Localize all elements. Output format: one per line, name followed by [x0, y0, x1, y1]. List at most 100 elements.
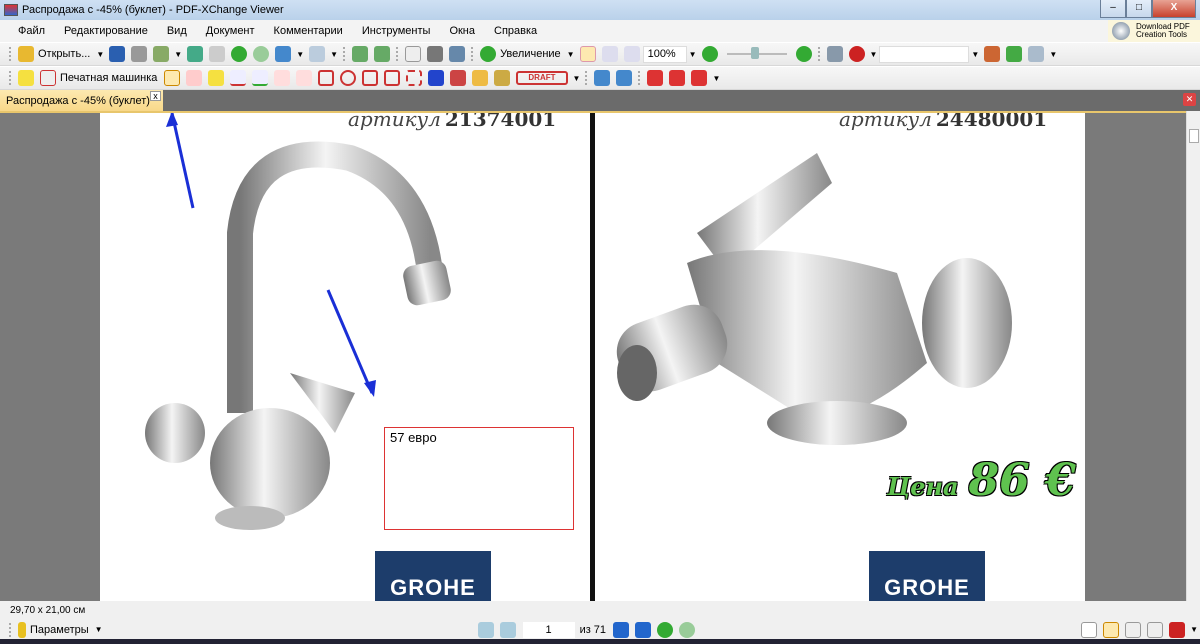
dropdown-arrow-icon[interactable]: ▼ [689, 50, 697, 59]
dropdown-arrow-icon[interactable]: ▼ [971, 50, 979, 59]
binoculars-icon[interactable] [826, 46, 843, 62]
download-pdf-tools-button[interactable]: Download PDF Creation Tools [1108, 20, 1200, 42]
toolbar-grip[interactable] [817, 47, 821, 61]
vertical-scrollbar[interactable] [1186, 111, 1200, 601]
document-tab[interactable]: Распродажа с -45% (буклет) x [0, 90, 163, 111]
arrow-tool-icon[interactable] [274, 70, 291, 86]
zoom-in-icon[interactable] [795, 46, 812, 62]
scan-icon[interactable] [187, 46, 204, 62]
toolbar-grip[interactable] [9, 622, 12, 637]
cloud-tool-icon[interactable] [406, 70, 423, 86]
actual-size-icon[interactable] [579, 46, 596, 62]
menu-help[interactable]: Справка [494, 25, 537, 37]
pdf-icon[interactable] [1169, 621, 1186, 638]
zoom-out-icon[interactable] [701, 46, 718, 62]
filter-icon[interactable] [1028, 46, 1045, 62]
forward-icon[interactable] [253, 46, 270, 62]
zoom-magnifier-icon[interactable] [480, 46, 497, 62]
dropdown-arrow-icon[interactable]: ▼ [567, 50, 575, 59]
undo-icon[interactable] [275, 46, 292, 62]
pencil-icon[interactable] [450, 70, 467, 86]
show-comments-icon[interactable] [594, 70, 611, 86]
typewriter-icon[interactable] [40, 70, 56, 86]
maximize-button[interactable]: □ [1126, 0, 1152, 18]
parameters-button[interactable]: Параметры [30, 624, 89, 636]
document-viewport[interactable]: артикул 21374001 57 евро GROHE артикул 244… [0, 111, 1186, 601]
highlight-text-icon[interactable] [208, 70, 225, 86]
redo-icon[interactable] [309, 46, 326, 62]
dropdown-arrow-icon[interactable]: ▼ [330, 50, 338, 59]
forward-view-icon[interactable] [679, 621, 696, 638]
dropdown-arrow-icon[interactable]: ▼ [870, 50, 878, 59]
select-text-icon[interactable] [449, 46, 466, 62]
toolbar-grip[interactable] [9, 71, 12, 85]
previous-page-icon[interactable] [499, 621, 516, 638]
minimize-button[interactable]: – [1100, 0, 1126, 18]
menu-view[interactable]: Вид [167, 25, 187, 37]
stamp-draft-button[interactable]: DRAFT [516, 71, 568, 85]
rotate-right-icon[interactable] [374, 46, 391, 62]
back-view-icon[interactable] [657, 621, 674, 638]
export-icon[interactable] [153, 46, 170, 62]
first-page-icon[interactable] [477, 621, 494, 638]
rectangle-tool-icon[interactable] [318, 70, 335, 86]
dropdown-arrow-icon[interactable]: ▼ [573, 74, 581, 83]
pdf-online-icon[interactable] [848, 46, 865, 62]
zoom-tool-button[interactable]: Увеличение [500, 48, 561, 60]
tab-close-button[interactable]: x [150, 91, 161, 101]
strikeout-icon[interactable] [230, 70, 247, 86]
eraser-icon[interactable] [472, 70, 489, 86]
ocr-icon[interactable] [209, 46, 226, 62]
rotate-left-icon[interactable] [352, 46, 369, 62]
typewriter-button[interactable]: Печатная машинка [60, 72, 157, 84]
search-input[interactable] [879, 45, 970, 63]
save-icon[interactable] [109, 46, 126, 62]
last-page-icon[interactable] [635, 621, 652, 638]
polygon-line-icon[interactable] [362, 70, 379, 86]
back-icon[interactable] [231, 46, 248, 62]
next-page-icon[interactable] [613, 621, 630, 638]
dropdown-arrow-icon[interactable]: ▼ [296, 50, 304, 59]
snapshot-icon[interactable] [427, 46, 444, 62]
pentagon-tool-icon[interactable] [384, 70, 401, 86]
dropdown-arrow-icon[interactable]: ▼ [174, 50, 182, 59]
dropdown-arrow-icon[interactable]: ▼ [1049, 50, 1057, 59]
print-icon[interactable] [131, 46, 148, 62]
distance-tool-icon[interactable] [647, 70, 664, 86]
typewriter-annotation[interactable]: 57 евро [384, 427, 574, 530]
hand-tool-icon[interactable] [405, 46, 422, 62]
line-tool-icon[interactable] [296, 70, 313, 86]
callout-icon[interactable] [186, 70, 203, 86]
facing-pages-icon[interactable] [1125, 621, 1142, 638]
text-box-icon[interactable] [164, 70, 181, 86]
oval-tool-icon[interactable] [340, 70, 357, 86]
zoom-slider[interactable] [726, 47, 787, 59]
continuous-facing-icon[interactable] [1147, 621, 1164, 638]
fit-page-icon[interactable] [601, 46, 618, 62]
toolbar-grip[interactable] [585, 71, 588, 85]
dropdown-arrow-icon[interactable]: ▼ [95, 625, 103, 634]
menu-file[interactable]: Файл [18, 25, 45, 37]
single-page-icon[interactable] [1081, 621, 1098, 638]
toolbar-grip[interactable] [396, 47, 399, 61]
continuous-page-icon[interactable] [1103, 621, 1120, 638]
toolbar-grip[interactable] [638, 71, 641, 85]
stamp-icon[interactable] [494, 70, 511, 86]
comments-list-icon[interactable] [616, 70, 633, 86]
pin-icon[interactable] [428, 70, 445, 86]
menu-windows[interactable]: Окна [449, 25, 475, 37]
fit-width-icon[interactable] [623, 46, 640, 62]
toolbar-grip[interactable] [343, 47, 346, 61]
menu-edit[interactable]: Редактирование [64, 25, 148, 37]
open-folder-icon[interactable] [18, 46, 34, 62]
zoom-slider-thumb[interactable] [750, 47, 759, 59]
scrollbar-thumb[interactable] [1189, 129, 1199, 143]
toolbar-grip[interactable] [9, 47, 12, 61]
dropdown-arrow-icon[interactable]: ▼ [712, 74, 720, 83]
find-previous-icon[interactable] [984, 46, 1001, 62]
find-next-icon[interactable] [1006, 46, 1023, 62]
perimeter-tool-icon[interactable] [669, 70, 686, 86]
menu-document[interactable]: Документ [206, 25, 255, 37]
underline-icon[interactable] [252, 70, 269, 86]
dropdown-arrow-icon[interactable]: ▼ [96, 50, 104, 59]
